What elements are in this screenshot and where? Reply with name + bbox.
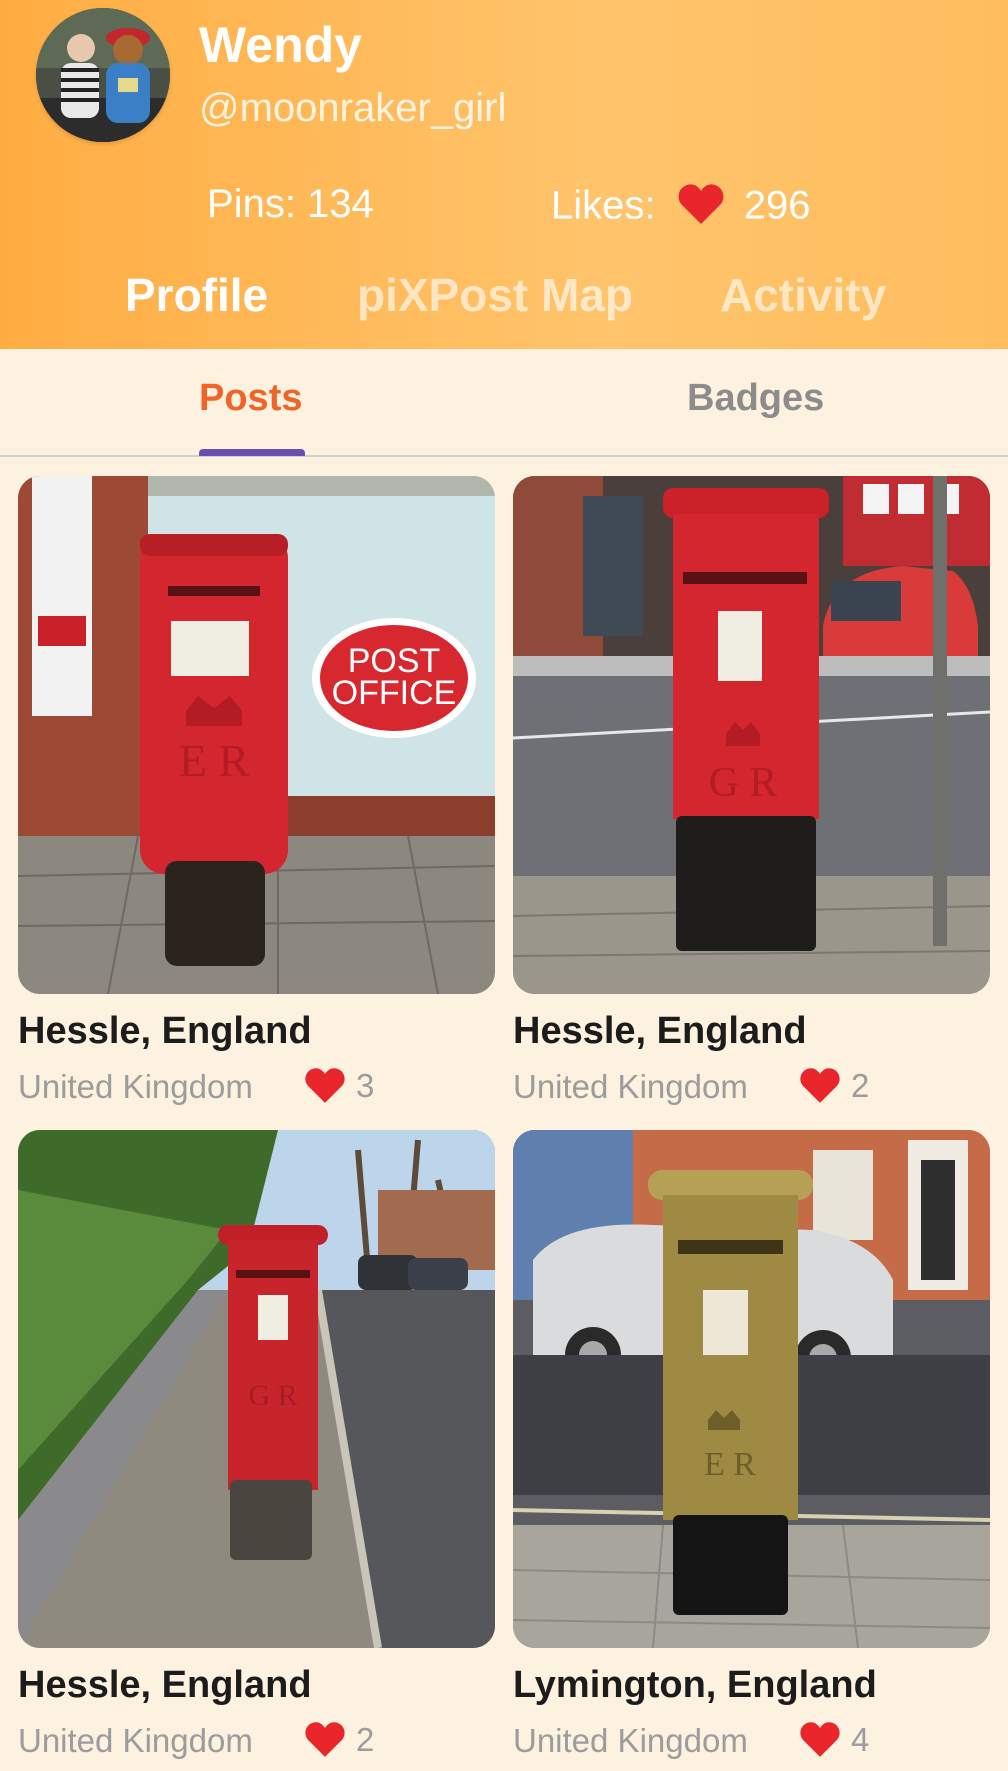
post-image[interactable]: POST OFFICE E R [18, 476, 495, 994]
post-image[interactable]: G R [513, 476, 990, 994]
active-tab-indicator [199, 449, 305, 456]
post-title[interactable]: Lymington, England [513, 1664, 877, 1707]
post-image[interactable]: G R [18, 1130, 495, 1648]
post-country: United Kingdom [513, 1068, 748, 1105]
heart-icon [304, 1066, 346, 1111]
profile-name: Wendy [199, 17, 362, 73]
profile-handle: @moonraker_girl [199, 86, 507, 130]
post-likes: 4 [799, 1720, 869, 1765]
post-likes-count: 3 [356, 1067, 375, 1105]
tab-posts[interactable]: Posts [199, 377, 302, 420]
svg-text:G R: G R [709, 760, 778, 806]
avatar[interactable] [36, 8, 170, 142]
post-country: United Kingdom [513, 1722, 748, 1759]
heart-icon [799, 1720, 841, 1765]
post-title[interactable]: Hessle, England [18, 1010, 312, 1053]
svg-text:E R: E R [704, 1446, 756, 1483]
post-title[interactable]: Hessle, England [18, 1664, 312, 1707]
post-likes: 3 [304, 1066, 374, 1111]
heart-icon [799, 1066, 841, 1111]
post-title[interactable]: Hessle, England [513, 1010, 807, 1053]
pins-count: Pins: 134 [207, 182, 374, 226]
heart-icon [304, 1720, 346, 1765]
tab-pixpost-map[interactable]: piXPost Map [357, 268, 633, 322]
post-country: United Kingdom [18, 1722, 253, 1759]
svg-text:E R: E R [179, 735, 250, 786]
likes-count: 296 [743, 183, 811, 228]
post-likes-count: 2 [851, 1067, 870, 1105]
post-likes: 2 [799, 1066, 869, 1111]
tab-badges[interactable]: Badges [687, 377, 824, 420]
likes-label: Likes: [551, 183, 656, 228]
post-likes-count: 2 [356, 1721, 375, 1759]
tab-activity[interactable]: Activity [720, 268, 886, 322]
likes-stat: Likes: 296 [551, 182, 811, 234]
photo-sign-text: OFFICE [332, 674, 457, 712]
post-country: United Kingdom [18, 1068, 253, 1105]
post-image[interactable]: E R [513, 1130, 990, 1648]
post-likes-count: 4 [851, 1721, 870, 1759]
post-likes: 2 [304, 1720, 374, 1765]
svg-text:G R: G R [248, 1379, 297, 1412]
heart-icon [677, 182, 725, 234]
tab-profile[interactable]: Profile [125, 268, 268, 322]
sub-tab-bar: Posts Badges [0, 349, 1008, 457]
profile-header: Wendy @moonraker_girl Pins: 134 Likes: 2… [0, 0, 1008, 349]
